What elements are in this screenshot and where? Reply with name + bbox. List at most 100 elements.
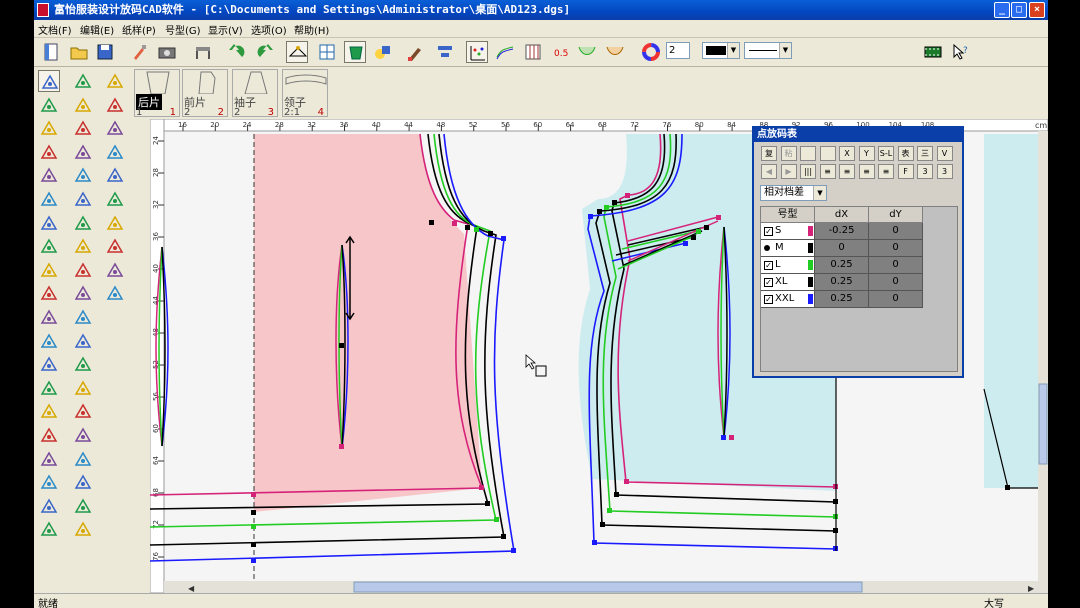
line-style-select[interactable]: ▼ — [744, 42, 792, 59]
pencil-plus-icon[interactable] — [38, 400, 60, 422]
redo-icon[interactable] — [254, 41, 276, 63]
paint-brush-icon[interactable] — [404, 41, 426, 63]
stitch-icon[interactable] — [38, 471, 60, 493]
color-select[interactable]: ▼ — [702, 42, 740, 59]
dy-cell[interactable]: 0 — [869, 223, 923, 240]
brush-piece-icon[interactable] — [72, 471, 94, 493]
rectangle-icon[interactable] — [38, 117, 60, 139]
panel-tool-button[interactable]: ≡ — [858, 164, 875, 179]
transform-icon[interactable] — [72, 400, 94, 422]
cup-icon[interactable] — [72, 94, 94, 116]
panel-tool-button[interactable]: Y — [858, 146, 875, 161]
piece-sleeve[interactable]: 袖子 2 3 — [232, 69, 278, 118]
checkbox[interactable]: ✓ — [764, 227, 773, 236]
copy-shape-icon[interactable] — [72, 117, 94, 139]
grid-view-icon[interactable] — [316, 41, 338, 63]
checkbox[interactable]: ✓ — [764, 278, 773, 287]
hip-icon[interactable] — [72, 141, 94, 163]
fold-icon[interactable] — [38, 424, 60, 446]
circle-icon[interactable] — [72, 212, 94, 234]
checkbox[interactable]: ✓ — [764, 295, 773, 304]
open-file-icon[interactable] — [68, 41, 90, 63]
grid-piece-icon[interactable] — [104, 188, 126, 210]
dot-grid-icon[interactable] — [522, 41, 544, 63]
split-icon[interactable] — [104, 235, 126, 257]
menu-pattern[interactable]: 纸样(P) — [122, 22, 156, 37]
chart-down-icon[interactable] — [104, 141, 126, 163]
layout-icon[interactable] — [72, 282, 94, 304]
save-icon[interactable] — [94, 41, 116, 63]
panel-tool-button[interactable]: F — [897, 164, 914, 179]
panel-tool-button[interactable]: 3 — [917, 164, 933, 179]
mesh-icon[interactable] — [72, 235, 94, 257]
select-arrow-icon[interactable] — [38, 70, 60, 92]
panel-tool-button[interactable]: 三 — [917, 146, 933, 161]
panel-tool-button[interactable]: V — [936, 146, 953, 161]
color-wheel-icon[interactable] — [640, 41, 662, 63]
panel-tool-button[interactable]: 3 — [936, 164, 953, 179]
panel-tool-button[interactable] — [800, 146, 816, 161]
table-row[interactable]: ✓ S -0.25 0 — [761, 223, 957, 240]
camera-icon[interactable] — [156, 41, 178, 63]
menu-options[interactable]: 选项(O) — [251, 22, 287, 37]
select-rect-icon[interactable] — [72, 70, 94, 92]
panel-tool-button[interactable]: ▶ — [780, 164, 797, 179]
menu-file[interactable]: 文档(F) — [38, 22, 72, 37]
stamp-icon[interactable] — [72, 353, 94, 375]
new-file-icon[interactable] — [40, 41, 62, 63]
size-curves-icon[interactable] — [494, 41, 516, 63]
hand-icon[interactable] — [72, 330, 94, 352]
spiral-icon[interactable] — [38, 377, 60, 399]
brush-icon[interactable] — [128, 41, 150, 63]
close-button[interactable]: × — [1029, 2, 1045, 18]
table-row[interactable]: M 00 — [761, 240, 957, 257]
group-icon[interactable] — [72, 424, 94, 446]
dx-cell[interactable]: 0.25 — [815, 274, 869, 291]
drop-icon[interactable] — [38, 306, 60, 328]
wave-piece-icon[interactable] — [72, 495, 94, 517]
nudge-icon[interactable]: 0.5 — [550, 41, 572, 63]
shirt-icon[interactable] — [72, 448, 94, 470]
table-tool-icon[interactable] — [192, 41, 214, 63]
table-row[interactable]: ✓ XL 0.25 0 — [761, 274, 957, 291]
panel-tool-button[interactable]: ||| — [800, 164, 816, 179]
text-icon[interactable] — [38, 518, 60, 540]
dy-cell[interactable]: 0 — [869, 291, 923, 308]
panel-tool-button[interactable]: 粘 — [780, 146, 797, 161]
frame-icon[interactable] — [104, 282, 126, 304]
point-icon[interactable] — [38, 164, 60, 186]
dy-cell[interactable]: 0 — [869, 274, 923, 291]
bag-icon[interactable] — [38, 282, 60, 304]
panel-tool-button[interactable]: ≡ — [878, 164, 894, 179]
panel-tool-button[interactable]: 复 — [761, 146, 777, 161]
panel-tool-button[interactable]: ≡ — [819, 164, 836, 179]
cut-icon[interactable] — [38, 448, 60, 470]
width-icon[interactable] — [72, 188, 94, 210]
panel-tool-button[interactable]: X — [839, 146, 855, 161]
shapes-icon[interactable] — [372, 41, 394, 63]
pencil-icon[interactable] — [38, 94, 60, 116]
dy-cell[interactable]: 0 — [869, 240, 923, 257]
align-icon[interactable] — [434, 41, 456, 63]
curve-icon[interactable] — [104, 117, 126, 139]
grading-mode-select[interactable]: 相对档差 ▼ — [760, 185, 827, 201]
scissors-pattern-icon[interactable] — [576, 41, 598, 63]
slider-icon[interactable] — [38, 188, 60, 210]
compass-icon[interactable] — [38, 212, 60, 234]
grading-points-icon[interactable] — [466, 41, 488, 63]
dy-cell[interactable]: 0 — [869, 257, 923, 274]
wave-icon[interactable] — [38, 353, 60, 375]
piece-list-icon[interactable] — [104, 94, 126, 116]
piece-back[interactable]: 后片 1 1 — [134, 69, 180, 118]
spread-icon[interactable] — [72, 518, 94, 540]
fill-piece-icon[interactable] — [344, 41, 366, 63]
panel-tool-button[interactable]: S-L — [878, 146, 894, 161]
slash-icon[interactable] — [72, 259, 94, 281]
table-row[interactable]: ✓ XXL 0.25 0 — [761, 291, 957, 308]
restore-button[interactable]: □ — [1011, 2, 1027, 18]
scissors-icon[interactable] — [38, 235, 60, 257]
dash-icon[interactable] — [72, 164, 94, 186]
measure-icon[interactable] — [104, 164, 126, 186]
panel-tool-button[interactable]: 表 — [897, 146, 914, 161]
panel-tool-button[interactable] — [819, 146, 836, 161]
